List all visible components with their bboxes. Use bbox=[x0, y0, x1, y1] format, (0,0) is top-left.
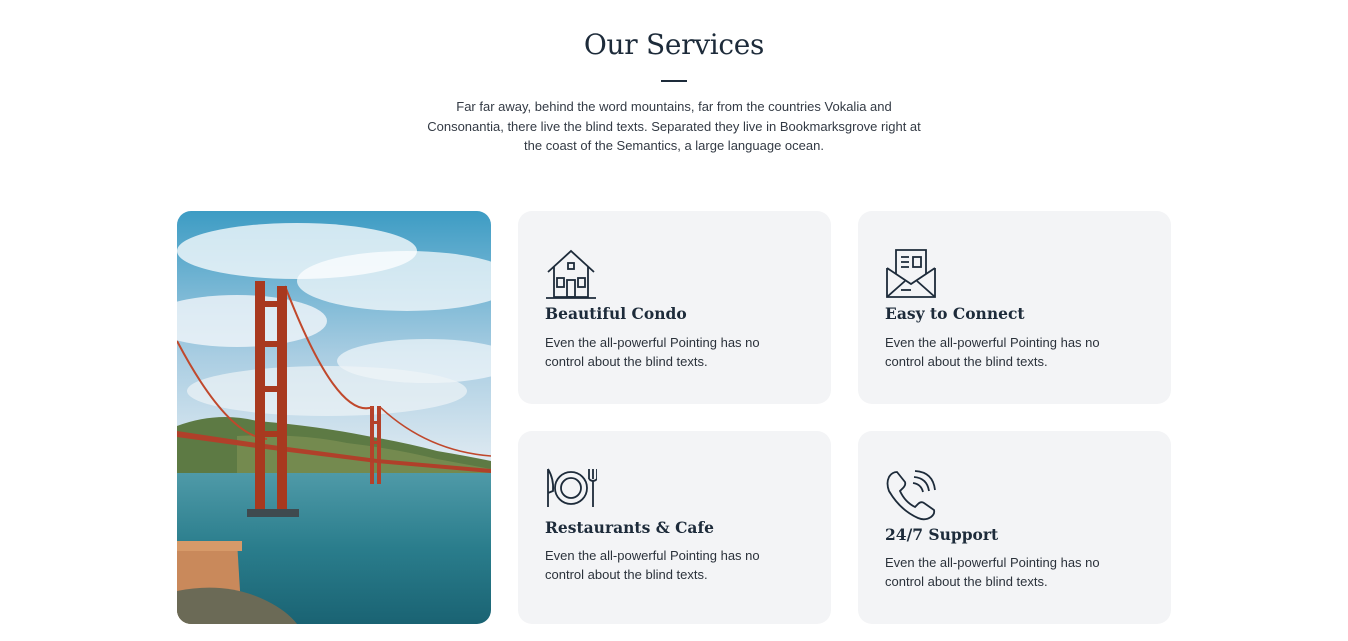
service-card-restaurants: Restaurants & Cafe Even the all-powerful… bbox=[518, 431, 831, 624]
golden-gate-photo bbox=[177, 211, 491, 624]
house-icon bbox=[545, 248, 597, 300]
service-text: Even the all-powerful Pointing has no co… bbox=[545, 548, 760, 582]
service-card-connect: Easy to Connect Even the all-powerful Po… bbox=[858, 211, 1171, 404]
envelope-icon bbox=[885, 248, 937, 300]
plate-cutlery-icon bbox=[545, 467, 597, 519]
service-card-support: 24/7 Support Even the all-powerful Point… bbox=[858, 431, 1171, 624]
service-title: Easy to Connect bbox=[885, 304, 1025, 323]
section-title: Our Services bbox=[583, 28, 765, 61]
service-title: 24/7 Support bbox=[885, 525, 999, 544]
service-title: Beautiful Condo bbox=[545, 304, 687, 323]
section-lead: Far far away, behind the word mountains,… bbox=[427, 99, 921, 153]
service-text: Even the all-powerful Pointing has no co… bbox=[545, 335, 760, 369]
title-divider bbox=[661, 80, 687, 82]
service-text: Even the all-powerful Pointing has no co… bbox=[885, 335, 1100, 369]
phone-icon bbox=[885, 469, 937, 521]
service-title: Restaurants & Cafe bbox=[545, 518, 715, 537]
service-card-condo: Beautiful Condo Even the all-powerful Po… bbox=[518, 211, 831, 404]
service-text: Even the all-powerful Pointing has no co… bbox=[885, 555, 1100, 589]
